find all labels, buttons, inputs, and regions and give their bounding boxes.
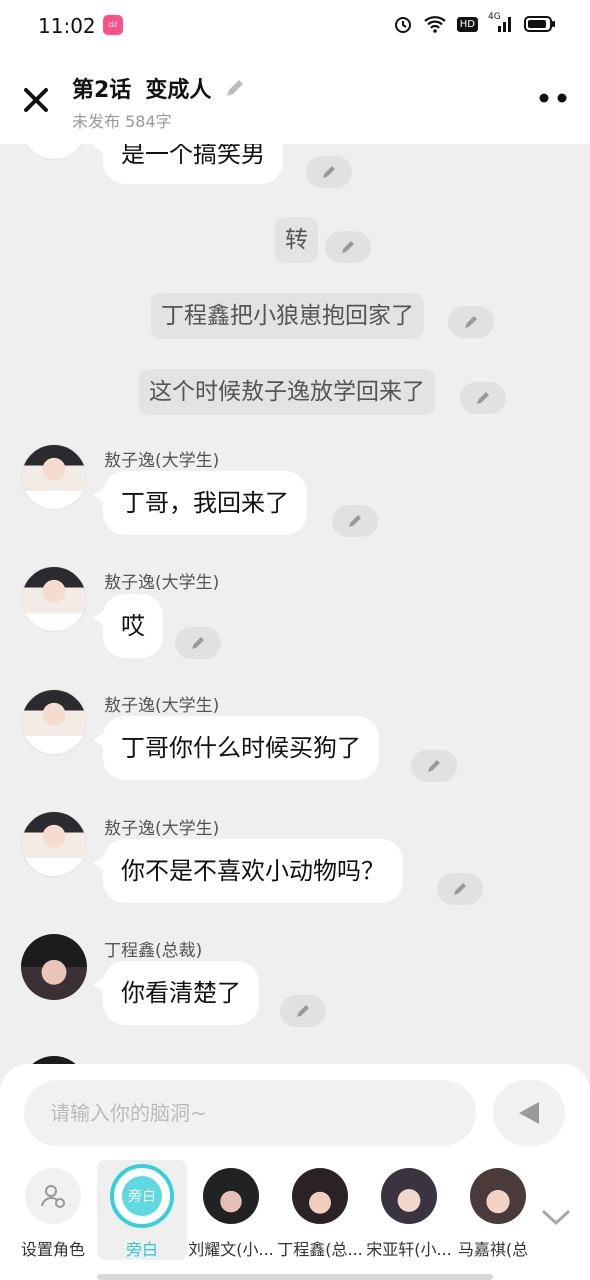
narration-bubble[interactable]: 转 [275, 217, 318, 263]
speaker-name: 敖子逸(大学生) [104, 696, 220, 716]
avatar[interactable] [21, 444, 87, 510]
narrator-avatar: 旁白 [110, 1164, 174, 1228]
avatar[interactable] [21, 144, 87, 160]
system-icons: HD 4G [393, 12, 556, 34]
network-type: 4G [488, 12, 501, 22]
role-selector: 设置角色 旁白 旁白 刘耀文(小... 丁程鑫(总... 宋亚轩(小... 马嘉… [0, 1160, 590, 1270]
pencil-icon [192, 637, 204, 649]
edit-message-button[interactable] [175, 627, 221, 659]
pencil-icon [323, 166, 335, 178]
role-label: 丁程鑫(总... [277, 1240, 363, 1259]
pencil-icon [454, 883, 466, 895]
battery-icon [524, 16, 555, 32]
avatar[interactable] [21, 689, 87, 755]
speaker-name: 敖子逸(大学生) [104, 573, 220, 593]
avatar [292, 1168, 348, 1224]
speaker-name: 敖子逸(大学生) [104, 451, 220, 471]
edit-message-button[interactable] [325, 231, 371, 263]
message-bubble[interactable]: 丁哥你什么时候买狗了 [93, 716, 379, 780]
pencil-icon [477, 392, 489, 404]
draft-meta: 未发布 584字 [72, 112, 172, 131]
avatar [381, 1168, 437, 1224]
status-bar: 11:02 dz HD 4G [0, 0, 590, 56]
edit-message-button[interactable] [332, 505, 378, 537]
chat-area[interactable]: 是一个搞笑男 转 丁程鑫把小狼崽抱回家了 这个时候敖子逸放学回来了 敖子逸(大学… [0, 144, 590, 1064]
message-bubble[interactable]: 是一个搞笑男 [93, 144, 283, 184]
edit-message-button[interactable] [448, 306, 494, 338]
chevron-down-icon[interactable] [540, 1208, 572, 1228]
role-set-character[interactable]: 设置角色 [8, 1160, 98, 1260]
role-label: 旁白 [125, 1240, 158, 1259]
pencil-icon [349, 515, 361, 527]
role-narrator[interactable]: 旁白 旁白 [97, 1160, 187, 1260]
edit-message-button[interactable] [280, 995, 326, 1027]
speaker-name: 敖子逸(大学生) [104, 819, 220, 839]
message-bubble[interactable]: 哎 [93, 594, 163, 658]
avatar[interactable] [21, 811, 87, 877]
role-label: 刘耀文(小... [188, 1240, 274, 1259]
signal-icon: 4G [488, 12, 514, 34]
avatar[interactable] [21, 1056, 87, 1064]
avatar [203, 1168, 259, 1224]
avatar[interactable] [21, 566, 87, 632]
edit-message-button[interactable] [411, 750, 457, 782]
pencil-icon [297, 1005, 309, 1017]
role-label: 设置角色 [20, 1240, 85, 1259]
role-label: 马嘉祺(总 [457, 1240, 529, 1259]
pencil-icon [342, 241, 354, 253]
pencil-icon [428, 760, 440, 772]
speaker-name: 丁程鑫(总裁) [104, 941, 203, 961]
role-label: 宋亚轩(小... [366, 1240, 452, 1259]
composer-panel: 设置角色 旁白 旁白 刘耀文(小... 丁程鑫(总... 宋亚轩(小... 马嘉… [0, 1064, 590, 1280]
edit-title-icon[interactable] [223, 76, 247, 100]
edit-message-button[interactable] [460, 382, 506, 414]
role-character[interactable]: 宋亚轩(小... [364, 1160, 454, 1260]
narrator-avatar-text: 旁白 [122, 1176, 162, 1216]
close-icon[interactable] [22, 86, 50, 114]
story-input[interactable] [24, 1080, 476, 1146]
status-time: 11:02 [38, 14, 96, 38]
avatar [470, 1168, 526, 1224]
edit-message-button[interactable] [437, 873, 483, 905]
message-bubble[interactable]: 你看清楚了 [93, 961, 259, 1025]
role-character[interactable]: 丁程鑫(总... [275, 1160, 365, 1260]
role-scrollbar[interactable] [97, 1274, 493, 1280]
send-icon [519, 1102, 539, 1124]
more-options-icon[interactable] [538, 92, 568, 104]
hd-icon: HD [456, 16, 478, 32]
narration-bubble[interactable]: 这个时候敖子逸放学回来了 [139, 369, 435, 415]
send-button[interactable] [493, 1080, 565, 1146]
message-bubble[interactable]: 你不是不喜欢小动物吗？ [93, 839, 403, 903]
role-character[interactable]: 马嘉祺(总 [453, 1160, 533, 1260]
user-settings-icon [25, 1168, 81, 1224]
narration-bubble[interactable]: 丁程鑫把小狼崽抱回家了 [151, 293, 424, 339]
episode-number: 第2话 [72, 78, 132, 103]
header-bar: 第2话 变成人 未发布 584字 [0, 56, 590, 144]
app-notification-icon: dz [103, 15, 123, 35]
pencil-icon [465, 316, 477, 328]
episode-title[interactable]: 变成人 [145, 72, 211, 104]
edit-message-button[interactable] [306, 156, 352, 188]
wifi-icon [424, 16, 446, 33]
message-bubble[interactable]: 丁哥，我回来了 [93, 471, 307, 535]
avatar[interactable] [21, 934, 87, 1000]
role-character[interactable]: 刘耀文(小... [186, 1160, 276, 1260]
title-row: 第2话 变成人 [72, 72, 247, 104]
alarm-icon [394, 17, 411, 33]
